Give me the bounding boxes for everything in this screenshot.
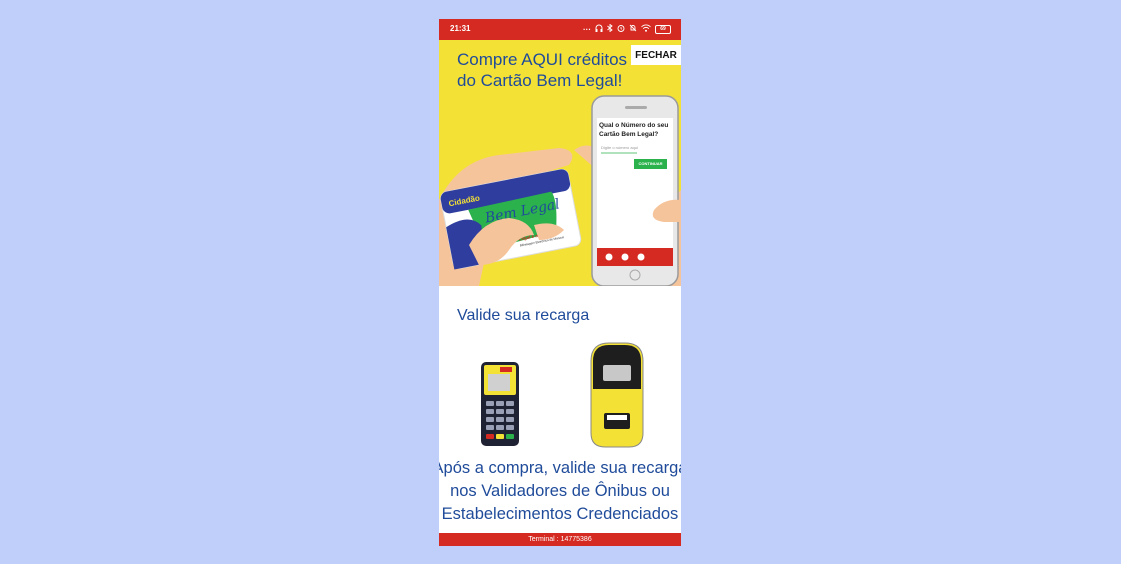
terminal-footer: Terminal : 14775386 (439, 533, 681, 546)
headline-line-1: Compre AQUI créditos (457, 50, 628, 69)
status-icons: ··· 69 (583, 23, 671, 34)
validate-title: Valide sua recarga (457, 307, 590, 324)
status-time: 21:31 (450, 24, 471, 33)
headline-line-2: do Cartão Bem Legal! (457, 71, 623, 90)
phone-input-placeholder: Digite o número aqui (601, 145, 638, 150)
phone-screen: 21:31 ··· 69 Cidadão Bem Legal Legal é B… (439, 19, 681, 546)
more-icon: ··· (583, 24, 591, 34)
battery-icon: 69 (655, 24, 671, 34)
promo-banner[interactable]: Cidadão Bem Legal Legal é mobilidade! Bi… (439, 40, 681, 286)
bluetooth-icon (607, 23, 613, 34)
bus-validator-image (590, 342, 644, 448)
phone-continue-label: CONTINUAR (638, 161, 663, 166)
mute-icon (629, 24, 637, 34)
validate-instructions: Após a compra, valide sua recarga nos Va… (439, 457, 681, 526)
banner-headline: Compre AQUI créditos do Cartão Bem Legal… (457, 49, 637, 91)
pos-terminal-image (481, 362, 519, 446)
phone-question: Qual o Número do seu Cartão Bem Legal? (599, 122, 669, 138)
instructions-line-3: Estabelecimentos Credenciados (441, 505, 679, 523)
wifi-icon (641, 24, 651, 34)
close-button[interactable]: FECHAR (631, 45, 681, 65)
headphones-icon (595, 24, 603, 34)
terminal-id: Terminal : 14775386 (528, 536, 592, 543)
instructions-line-2: nos Validadores de Ônibus ou (450, 482, 670, 500)
status-bar: 21:31 ··· 69 (439, 19, 681, 40)
instructions-line-1: Após a compra, valide sua recarga (439, 459, 681, 477)
alarm-icon (617, 24, 625, 34)
